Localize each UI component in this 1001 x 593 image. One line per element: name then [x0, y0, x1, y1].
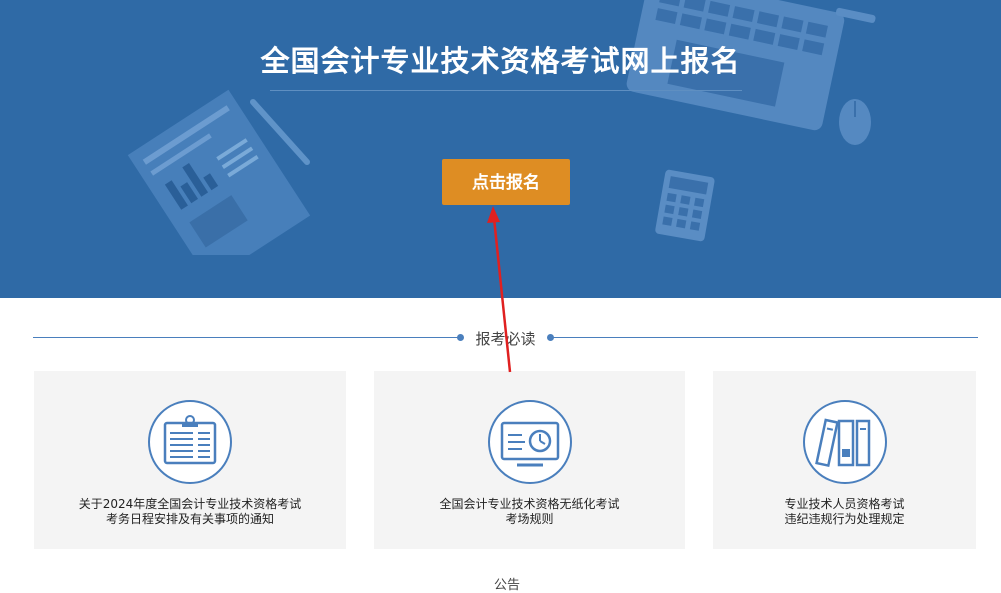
page-title: 全国会计专业技术资格考试网上报名 [260, 44, 741, 78]
card-title-line1: 专业技术人员资格考试 [784, 497, 905, 511]
notice-card-schedule[interactable]: 关于2024年度全国会计专业技术资格考试 考务日程安排及有关事项的通知 [34, 371, 346, 549]
hero-banner: 全国会计专业技术资格考试网上报名 点击报名 [0, 0, 1001, 298]
card-title: 关于2024年度全国会计专业技术资格考试 考务日程安排及有关事项的通知 [34, 497, 346, 527]
card-title: 全国会计专业技术资格无纸化考试 考场规则 [374, 497, 685, 527]
binders-icon [802, 400, 887, 484]
notice-card-exam-rules[interactable]: 全国会计专业技术资格无纸化考试 考场规则 [374, 371, 685, 549]
heading-line-right [553, 337, 978, 338]
card-title-line2: 违纪违规行为处理规定 [784, 512, 905, 526]
clipboard-schedule-icon [148, 400, 232, 484]
mouse-illustration [839, 99, 871, 145]
section-heading: 报考必读 [33, 326, 978, 350]
announcement-heading: 公告 [494, 578, 521, 593]
document-illustration [127, 89, 311, 255]
card-title: 专业技术人员资格考试 违纪违规行为处理规定 [713, 497, 976, 527]
register-button[interactable]: 点击报名 [442, 159, 570, 205]
monitor-clock-icon [487, 400, 572, 484]
title-divider [270, 90, 742, 91]
notice-card-discipline-rules[interactable]: 专业技术人员资格考试 违纪违规行为处理规定 [713, 371, 976, 549]
section-title: 报考必读 [475, 330, 536, 348]
card-title-line1: 关于2024年度全国会计专业技术资格考试 [78, 497, 302, 511]
calculator-illustration [655, 169, 715, 242]
card-title-line2: 考务日程安排及有关事项的通知 [105, 512, 274, 526]
card-title-line1: 全国会计专业技术资格无纸化考试 [439, 497, 620, 511]
card-title-line2: 考场规则 [505, 512, 554, 526]
